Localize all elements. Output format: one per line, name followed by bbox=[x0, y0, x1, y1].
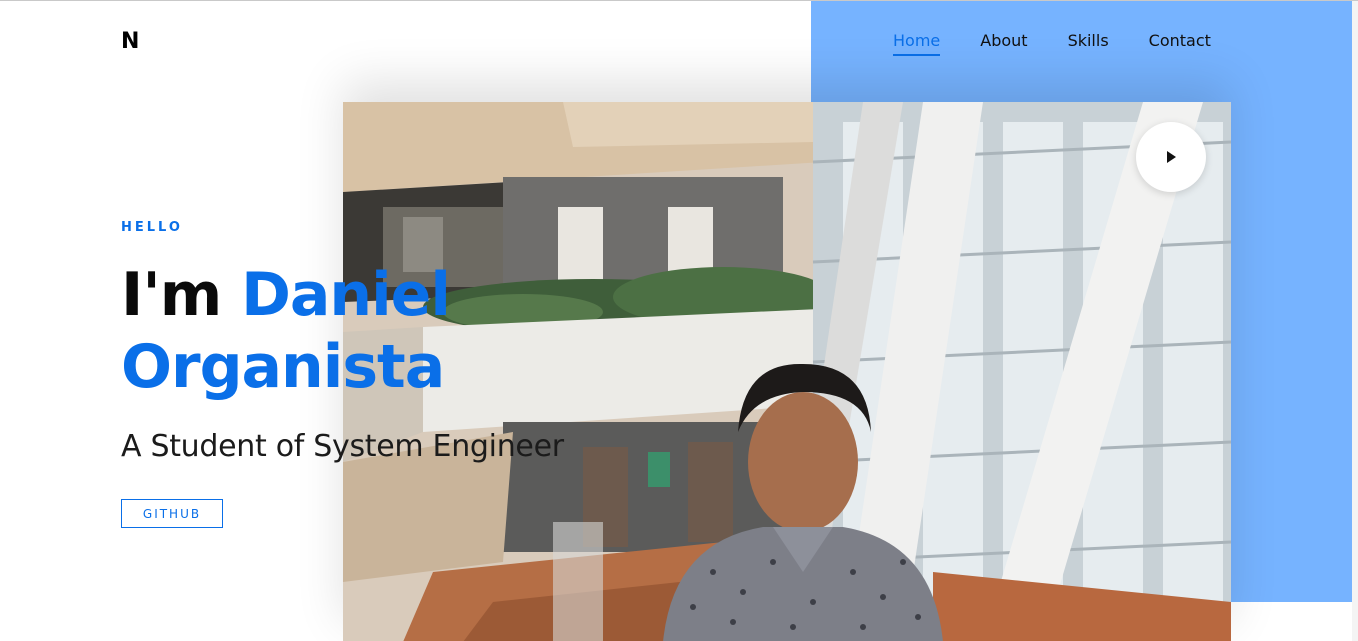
hero-photo-illustration bbox=[343, 102, 1231, 641]
github-button[interactable]: GITHUB bbox=[121, 499, 223, 528]
play-icon bbox=[1167, 151, 1176, 163]
nav-item-contact[interactable]: Contact bbox=[1149, 31, 1211, 56]
nav-item-home[interactable]: Home bbox=[893, 31, 941, 56]
site-logo[interactable]: N bbox=[121, 29, 139, 54]
page: N Home About Skills Contact HELLO I'm Da… bbox=[0, 0, 1358, 641]
hero-last-name: Organista bbox=[121, 332, 445, 402]
hero-photo bbox=[343, 102, 1231, 641]
hero-first-name: Daniel bbox=[241, 260, 451, 330]
nav-item-about[interactable]: About bbox=[980, 31, 1027, 56]
play-video-button[interactable] bbox=[1136, 122, 1206, 192]
hero-greeting: HELLO bbox=[121, 220, 183, 235]
hero-prefix: I'm bbox=[121, 260, 222, 330]
hero-headline: I'm Daniel Organista bbox=[121, 259, 451, 403]
main-nav: Home About Skills Contact bbox=[893, 31, 1211, 56]
page-scrollbar[interactable] bbox=[1352, 1, 1358, 641]
hero-subtitle: A Student of System Engineer bbox=[121, 429, 564, 464]
nav-item-skills[interactable]: Skills bbox=[1068, 31, 1109, 56]
